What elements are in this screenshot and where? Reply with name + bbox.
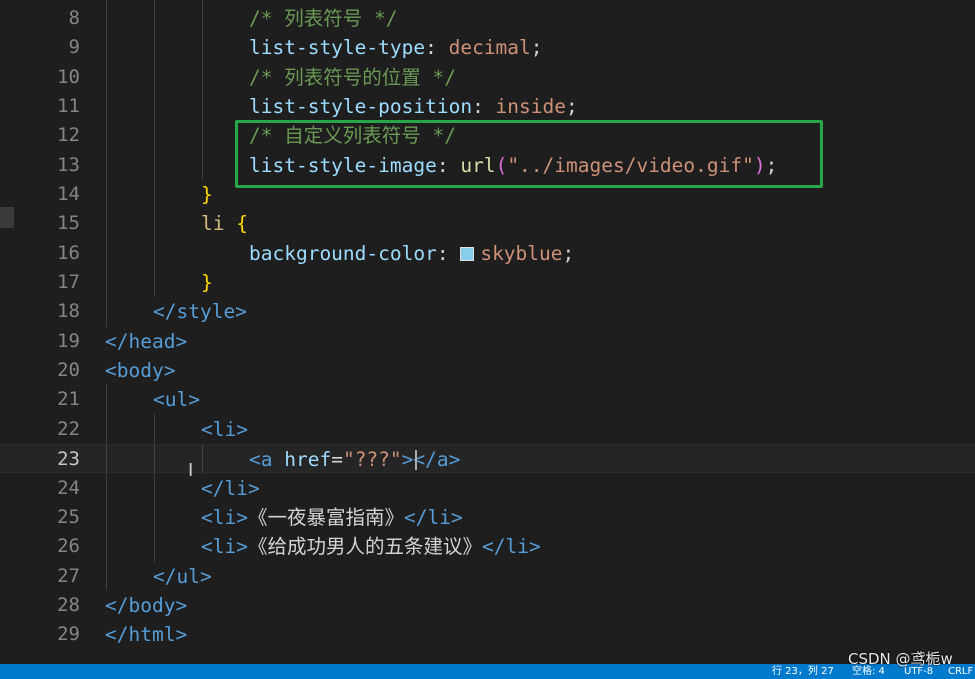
html-tag: </head> [105,330,188,353]
code-line[interactable]: 22 <li> [0,415,975,444]
html-list-item: <li>《给成功男人的五条建议》</li> [201,535,541,558]
code-line[interactable]: 24 </li> [0,474,975,503]
html-tag: </html> [105,623,188,646]
line-number: 27 [57,565,80,587]
highlight-box [235,120,823,188]
code-line[interactable]: 8 /* 列表符号 */ [0,4,975,33]
line-number: 18 [57,300,80,322]
color-swatch-icon[interactable] [460,247,475,261]
line-number: 11 [57,95,80,117]
code-line[interactable]: 21 <ul> [0,385,975,414]
attribute-value: "???" [342,448,402,471]
line-number: 16 [57,242,80,264]
code-line[interactable]: 15 li { [0,209,975,238]
code-line[interactable]: 18 </style> [0,297,975,326]
code-line[interactable]: 27 </ul> [0,562,975,591]
line-number: 12 [57,124,80,146]
line-number: 28 [57,594,80,616]
html-attribute: href [284,448,332,471]
html-tag: </body> [105,594,188,617]
line-number: 17 [57,271,80,293]
css-value: inside [495,95,566,118]
code-line[interactable]: 11 list-style-position: inside; [0,92,975,121]
html-tag: <body> [105,359,176,382]
css-value: skyblue [480,242,563,265]
text-cursor [415,450,417,470]
line-number: 19 [57,330,80,352]
list-item-text: 《给成功男人的五条建议》 [247,535,482,558]
watermark: CSDN @鸢栀w [848,650,953,668]
closing-brace: } [201,271,213,294]
current-code-line[interactable]: 23 <a href="???"></a> [0,444,975,473]
ibeam-cursor-icon: I [188,460,194,481]
css-property: list-style-position [249,95,473,118]
css-declaration: list-style-position: inside; [249,95,578,118]
code-line[interactable]: 20 <body> [0,356,975,385]
code-editor[interactable]: 8 /* 列表符号 */ 9 list-style-type: decimal;… [0,0,975,664]
css-property: background-color [249,242,437,265]
code-line[interactable]: 16 background-color: skyblue; [0,239,975,268]
html-anchor: <a href="???"></a> [249,448,461,471]
css-comment: /* 列表符号的位置 */ [249,66,456,89]
code-line[interactable]: 28 </body> [0,591,975,620]
line-number: 10 [57,66,80,88]
html-tag: <li> [201,418,248,441]
code-line[interactable]: 26 <li>《给成功男人的五条建议》</li> [0,532,975,561]
html-tag: </ul> [153,565,212,588]
css-declaration: background-color: skyblue; [249,242,575,265]
code-line[interactable]: 29 </html> [0,620,975,649]
code-line[interactable]: 17 } [0,268,975,297]
line-number: 24 [57,477,80,499]
code-line[interactable]: 9 list-style-type: decimal; [0,33,975,62]
line-number: 9 [68,36,80,58]
line-number: 23 [57,448,80,470]
line-number: 13 [57,154,80,176]
css-value: decimal [448,36,531,59]
status-bar: 行 23，列 27 空格: 4 UTF-8 CRLF [0,664,975,679]
code-line[interactable]: 19 </head> [0,327,975,356]
line-number: 20 [57,359,80,381]
css-rule-start: li { [201,212,248,235]
html-tag: <ul> [153,388,200,411]
line-number: 14 [57,183,80,205]
css-declaration: list-style-type: decimal; [249,36,543,59]
closing-brace: } [201,183,213,206]
css-selector: li [201,212,225,235]
line-number: 26 [57,535,80,557]
code-line[interactable]: 10 /* 列表符号的位置 */ [0,63,975,92]
code-line[interactable]: 25 <li>《一夜暴富指南》</li> [0,503,975,532]
html-tag: </style> [153,300,247,323]
line-number: 15 [57,212,80,234]
line-number: 8 [68,7,80,29]
line-number: 22 [57,418,80,440]
line-number: 21 [57,388,80,410]
html-list-item: <li>《一夜暴富指南》</li> [201,506,463,529]
cursor-position[interactable]: 行 23，列 27 [772,664,834,679]
line-number: 29 [57,623,80,645]
html-tag: </li> [201,477,260,500]
list-item-text: 《一夜暴富指南》 [247,506,404,529]
css-comment: /* 列表符号 */ [249,7,398,30]
css-property: list-style-type [249,36,426,59]
line-number: 25 [57,506,80,528]
